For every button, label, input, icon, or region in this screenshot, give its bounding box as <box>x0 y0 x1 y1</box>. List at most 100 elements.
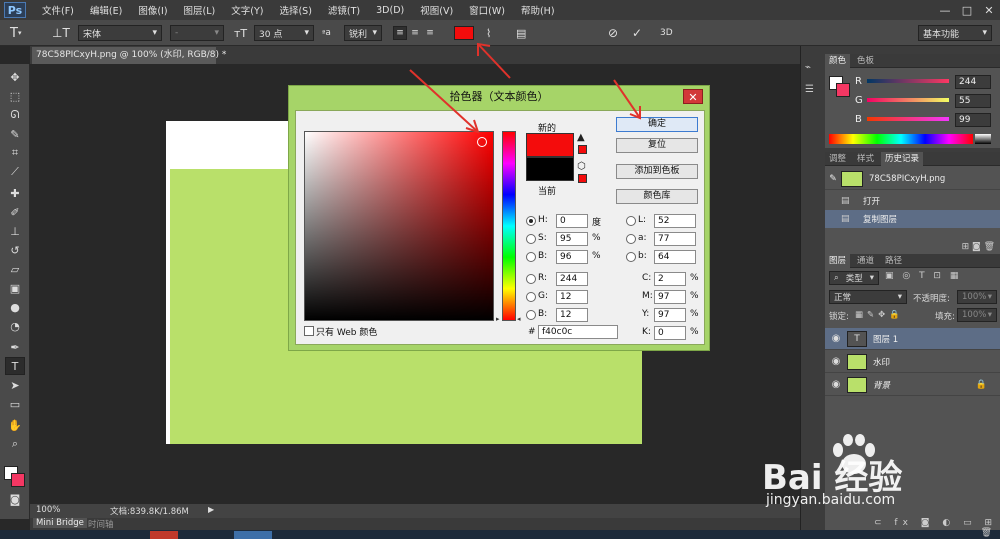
history-item-open[interactable]: ▤ 打开 <box>825 192 1000 210</box>
history-item-duplicate-layer[interactable]: ▤ 复制图层 <box>825 210 1000 228</box>
black-field[interactable]: 0 <box>654 326 686 340</box>
menu-image[interactable]: 图像(I) <box>130 3 175 17</box>
type-tool-preset-icon[interactable]: T ▾ <box>10 25 44 41</box>
warp-text-icon[interactable]: ⌇ <box>486 25 500 41</box>
lab-a-field[interactable]: 77 <box>654 232 696 246</box>
antialias-select[interactable]: 锐利 ▾ <box>344 25 382 41</box>
brush-tool-icon[interactable]: ✐ <box>5 203 25 221</box>
visibility-eye-icon[interactable]: ◉ <box>829 356 843 367</box>
tab-styles[interactable]: 样式 <box>853 152 878 166</box>
web-safe-cube-icon[interactable]: ⬡ <box>577 161 586 172</box>
align-center-icon[interactable]: ≡ <box>407 28 423 38</box>
menu-3d[interactable]: 3D(D) <box>368 5 412 16</box>
current-color-swatch[interactable] <box>526 157 574 181</box>
layer-row[interactable]: ◉ T 图层 1 <box>825 328 1000 350</box>
color-r-field[interactable]: 244 <box>955 75 991 89</box>
history-brush-tool-icon[interactable]: ↺ <box>5 241 25 259</box>
tab-mini-bridge[interactable]: Mini Bridge <box>33 518 87 528</box>
tab-timeline[interactable]: 时间轴 <box>88 518 114 530</box>
align-left-icon[interactable]: ≡ <box>393 26 407 40</box>
panel-background-swatch[interactable] <box>836 83 850 97</box>
hue-radio[interactable] <box>526 216 536 226</box>
color-b-field[interactable]: 99 <box>955 113 991 127</box>
menu-filter[interactable]: 滤镜(T) <box>320 3 368 17</box>
layer-name[interactable]: 背景 <box>873 379 890 391</box>
toggle-orientation-icon[interactable]: ⊥T <box>52 25 70 41</box>
layer-actions[interactable]: ⊂ fx ◙ ◐ ▭ ⊞ 🗑 <box>865 518 997 538</box>
close-window-button[interactable]: ✕ <box>978 3 1000 17</box>
marquee-tool-icon[interactable]: ⬚ <box>5 87 25 105</box>
lasso-tool-icon[interactable]: ᘏ <box>5 106 25 124</box>
layer-name[interactable]: 水印 <box>873 356 890 368</box>
blue-field[interactable]: 12 <box>556 308 588 322</box>
3d-button[interactable]: 3D <box>660 25 678 41</box>
cancel-icon[interactable]: ⊘ <box>608 25 622 41</box>
menu-window[interactable]: 窗口(W) <box>461 3 513 17</box>
pen-tool-icon[interactable]: ✒ <box>5 338 25 356</box>
hex-field[interactable]: f40c0c <box>538 325 618 339</box>
saturation-field[interactable]: 95 <box>556 232 588 246</box>
visibility-eye-icon[interactable]: ◉ <box>829 379 843 390</box>
align-right-icon[interactable]: ≡ <box>423 28 437 38</box>
tab-layers[interactable]: 图层 <box>825 254 851 268</box>
opacity-field[interactable]: 100% ▾ <box>957 290 997 304</box>
hue-slider-right-arrow[interactable]: ◂ <box>517 315 521 323</box>
new-document-from-state-icon[interactable]: ⊞ <box>962 242 972 252</box>
menu-help[interactable]: 帮助(H) <box>513 3 563 17</box>
tab-channels[interactable]: 通道 <box>853 254 878 268</box>
tab-adjustments[interactable]: 调整 <box>825 152 850 166</box>
maximize-button[interactable]: □ <box>956 3 978 17</box>
layer-row[interactable]: ◉ 背景 🔒 <box>825 374 1000 396</box>
background-color-swatch[interactable] <box>11 473 25 487</box>
font-style-select[interactable]: - ▾ <box>170 25 224 41</box>
commit-icon[interactable]: ✓ <box>632 25 646 41</box>
fill-field[interactable]: 100% ▾ <box>957 308 997 322</box>
color-g-slider[interactable] <box>867 98 949 102</box>
zoom-tool-icon[interactable]: ⌕ <box>5 435 25 453</box>
blur-tool-icon[interactable]: ● <box>5 298 25 316</box>
brightness-radio[interactable] <box>526 252 536 262</box>
snapshot-camera-icon[interactable]: ◙ <box>972 242 984 252</box>
cyan-field[interactable]: 2 <box>654 272 686 286</box>
dodge-tool-icon[interactable]: ◔ <box>5 317 25 335</box>
lab-a-radio[interactable] <box>626 234 636 244</box>
type-tool-icon[interactable]: T <box>5 357 25 375</box>
red-field[interactable]: 244 <box>556 272 588 286</box>
lock-icons[interactable]: ▦✎✥🔒 <box>855 310 904 320</box>
shape-tool-icon[interactable]: ▭ <box>5 395 25 413</box>
color-g-field[interactable]: 55 <box>955 94 991 108</box>
tab-paths[interactable]: 路径 <box>881 254 906 268</box>
workspace-select[interactable]: 基本功能 ▾ <box>918 25 992 41</box>
add-to-swatches-button[interactable]: 添加到色板 <box>616 164 698 179</box>
lab-l-radio[interactable] <box>626 216 636 226</box>
layer-row[interactable]: ◉ 水印 <box>825 351 1000 373</box>
hue-slider-left-arrow[interactable]: ▸ <box>496 315 500 323</box>
visibility-eye-icon[interactable]: ◉ <box>829 333 843 344</box>
gamut-fix-swatch[interactable] <box>578 145 587 154</box>
tab-swatches[interactable]: 色板 <box>853 54 878 68</box>
minimize-button[interactable]: — <box>934 3 956 17</box>
layer-name[interactable]: 图层 1 <box>873 333 898 345</box>
menu-view[interactable]: 视图(V) <box>412 3 461 17</box>
healing-brush-tool-icon[interactable]: ✚ <box>5 184 25 202</box>
saturation-radio[interactable] <box>526 234 536 244</box>
green-field[interactable]: 12 <box>556 290 588 304</box>
status-menu-arrow-icon[interactable]: ▶ <box>208 505 214 514</box>
out-of-gamut-warning-icon[interactable]: ▲ <box>577 132 585 143</box>
bw-ramp[interactable] <box>975 134 991 144</box>
magenta-field[interactable]: 97 <box>654 290 686 304</box>
lab-l-field[interactable]: 52 <box>654 214 696 228</box>
document-tab[interactable]: 78C58PICxyH.png @ 100% (水印, RGB/8) * <box>32 47 226 64</box>
ok-button[interactable]: 确定 <box>616 117 698 132</box>
layer-filter-select[interactable]: ⌕ 类型 ▾ <box>829 271 879 285</box>
reset-button[interactable]: 复位 <box>616 138 698 153</box>
history-dock-icon[interactable]: ⌁ <box>805 62 821 76</box>
color-picker-cursor[interactable] <box>477 137 487 147</box>
text-color-swatch[interactable] <box>454 26 474 40</box>
eyedropper-tool-icon[interactable]: ⟋ <box>5 163 25 181</box>
menu-file[interactable]: 文件(F) <box>34 3 82 17</box>
menu-edit[interactable]: 编辑(E) <box>82 3 130 17</box>
color-r-slider[interactable] <box>867 79 949 83</box>
path-selection-tool-icon[interactable]: ➤ <box>5 376 25 394</box>
menu-layer[interactable]: 图层(L) <box>176 3 224 17</box>
